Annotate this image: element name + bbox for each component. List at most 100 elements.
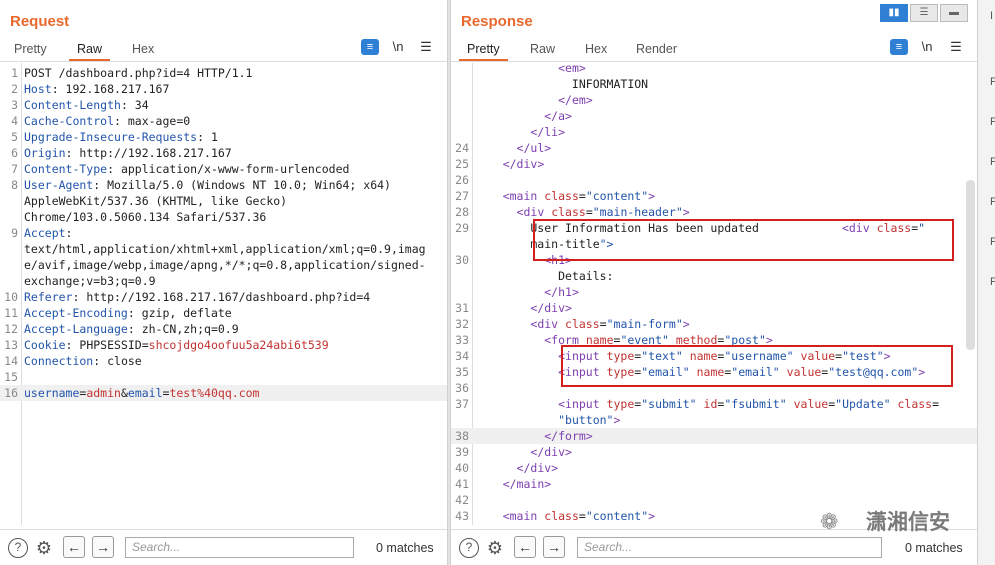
inspector-tab-label[interactable]: F: [990, 116, 995, 128]
code-text: User-Agent: Mozilla/5.0 (Windows NT 10.0…: [24, 177, 391, 193]
line-number: 13: [4, 338, 18, 352]
code-text: Cookie: PHPSESSID=shcojdgo4oofuu5a24abi6…: [24, 337, 329, 353]
body-param-part: test%40qq.com: [169, 386, 260, 400]
response-editor[interactable]: <em> INFORMATION </em> </a> </li> 24 </ul…: [451, 63, 977, 525]
inspector-tab-label[interactable]: F: [990, 156, 995, 168]
tag-close: >: [565, 301, 572, 315]
inspector-tab-label[interactable]: I: [990, 10, 995, 22]
response-tab-hex[interactable]: Hex: [577, 41, 615, 61]
code-line: text/html,application/xhtml+xml,applicat…: [0, 241, 447, 257]
line-number: 24: [455, 141, 469, 155]
tag-name: </div: [502, 157, 538, 171]
attr-name: id: [703, 397, 718, 411]
request-tab-divider: [0, 61, 447, 62]
text-node: [475, 333, 544, 347]
response-search-input[interactable]: Search...: [577, 537, 882, 558]
text-node: [558, 317, 565, 331]
request-tab-hex[interactable]: Hex: [124, 41, 162, 61]
header-value: : http://192.168.217.167: [65, 146, 232, 160]
header-value: : 34: [120, 98, 149, 112]
tag-name: </a: [544, 109, 566, 123]
header-name: User-Agent: [24, 178, 94, 192]
code-line: </h1>: [451, 284, 977, 300]
tag-close: >: [585, 429, 593, 443]
text-node: [475, 477, 503, 491]
code-text: <input type="submit" id="fsubmit" value=…: [475, 396, 939, 412]
response-scrollbar[interactable]: [966, 180, 975, 350]
response-tab-render[interactable]: Render: [628, 41, 685, 61]
header-value: : PHPSESSID=: [65, 338, 149, 352]
text-node: [475, 189, 503, 203]
text-node: [475, 509, 503, 523]
previous-match-button[interactable]: ←: [514, 536, 536, 558]
header-name: Connection: [24, 354, 94, 368]
next-match-button[interactable]: →: [543, 536, 565, 558]
code-text: AppleWebKit/537.36 (KHTML, like Gecko): [24, 194, 288, 208]
equals: =: [599, 317, 607, 331]
layout-stacked-icon[interactable]: ☰: [910, 4, 938, 22]
tag-name: <input: [558, 397, 600, 411]
code-line: 7 Content-Type: application/x-www-form-ur…: [0, 161, 447, 177]
code-line: 10 Referer: http://192.168.217.167/dashbo…: [0, 289, 447, 305]
next-match-button[interactable]: →: [92, 536, 114, 558]
tag-name: </form: [544, 429, 586, 443]
response-tab-raw[interactable]: Raw: [522, 41, 563, 61]
request-tab-pretty[interactable]: Pretty: [6, 41, 55, 61]
tag-name: <main: [502, 509, 538, 523]
tag-close: >: [551, 461, 559, 475]
newline-toggle-icon[interactable]: \n: [388, 39, 408, 55]
attr-value: "main-form": [606, 317, 683, 331]
response-title: Response: [461, 13, 533, 30]
header-name: Cookie: [24, 338, 66, 352]
line-number: 4: [11, 114, 18, 128]
layout-side-by-side-icon[interactable]: ▮▮: [880, 4, 908, 22]
response-tab-pretty[interactable]: Pretty: [459, 41, 508, 61]
tag-name: </div: [530, 301, 566, 315]
request-match-count: 0 matches: [376, 541, 434, 555]
code-line: 5 Upgrade-Insecure-Requests: 1: [0, 129, 447, 145]
request-tab-raw[interactable]: Raw: [69, 41, 111, 61]
inspector-tab-label[interactable]: F: [990, 76, 995, 88]
response-tabs: Pretty Raw Hex Render ≡ \n ☰: [451, 39, 977, 61]
code-line: 37 <input type="submit" id="fsubmit" val…: [451, 396, 977, 412]
code-line: 9 Accept:: [0, 225, 447, 241]
line-number: 26: [455, 173, 469, 187]
tag-close: >: [558, 125, 566, 139]
inspector-tab-label[interactable]: F: [990, 236, 995, 248]
text-node: [475, 205, 517, 219]
body-param-part: username: [24, 386, 80, 400]
text-node: [475, 365, 558, 379]
header-value: : close: [93, 354, 142, 368]
newline-toggle-icon[interactable]: \n: [917, 39, 937, 55]
previous-match-button[interactable]: ←: [63, 536, 85, 558]
text-node: [475, 63, 558, 75]
gear-icon[interactable]: ⚙: [485, 538, 505, 558]
line-number: 35: [455, 365, 469, 379]
request-search-input[interactable]: Search...: [125, 537, 354, 558]
hamburger-menu-icon[interactable]: ☰: [948, 39, 964, 55]
text-node: [697, 397, 704, 411]
gear-icon[interactable]: ⚙: [34, 538, 54, 558]
line-number: 29: [455, 221, 469, 235]
hamburger-menu-icon[interactable]: ☰: [418, 39, 434, 55]
word-wrap-icon[interactable]: ≡: [361, 39, 379, 55]
help-icon[interactable]: ?: [8, 538, 28, 558]
tag-close: >: [544, 141, 552, 155]
inspector-tab-label[interactable]: F: [990, 196, 995, 208]
request-tabs: Pretty Raw Hex ≡ \n ☰: [0, 39, 447, 61]
highlight-box-updated-message: [533, 219, 954, 261]
watermark-text: 潇湘信安: [866, 511, 950, 534]
layout-tabbed-icon[interactable]: ▬: [940, 4, 968, 22]
header-value: : Mozilla/5.0 (Windows NT 10.0; Win64; x…: [93, 178, 391, 192]
word-wrap-icon[interactable]: ≡: [890, 39, 908, 55]
text-node: [475, 109, 544, 123]
help-icon[interactable]: ?: [459, 538, 479, 558]
inspector-tab-label[interactable]: F: [990, 276, 995, 288]
line-number: 1: [11, 66, 18, 80]
attr-value: "Update": [835, 397, 891, 411]
code-line: 41 </main>: [451, 476, 977, 492]
layout-toggle-group: ▮▮ ☰ ▬: [880, 4, 968, 22]
equals: =: [578, 189, 586, 203]
request-editor[interactable]: 1 POST /dashboard.php?id=4 HTTP/1.1 2 Host:…: [0, 63, 447, 525]
code-text: </main>: [475, 476, 551, 492]
